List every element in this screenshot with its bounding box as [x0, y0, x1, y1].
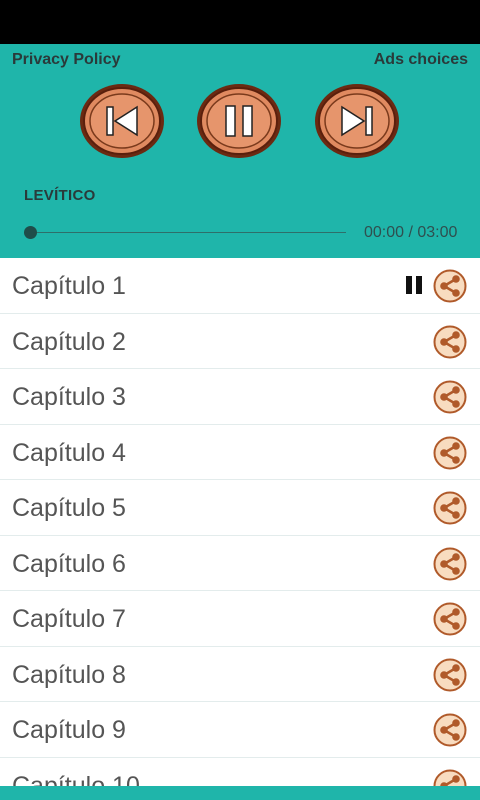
- pause-icon[interactable]: [406, 276, 426, 296]
- seek-bar[interactable]: [24, 226, 346, 240]
- chapter-label: Capítulo 6: [12, 549, 126, 578]
- status-bar: [0, 0, 480, 44]
- chapter-row[interactable]: Capítulo 9: [0, 702, 480, 758]
- next-button[interactable]: [314, 82, 400, 160]
- time-display: 00:00 / 03:00: [364, 224, 458, 241]
- pause-button[interactable]: [196, 82, 282, 160]
- bottom-bar: [0, 786, 480, 800]
- chapter-label: Capítulo 5: [12, 494, 126, 522]
- pause-icon: [197, 84, 281, 158]
- chapter-label: Capítulo 10: [12, 771, 140, 787]
- chapter-row[interactable]: Capítulo 4: [0, 425, 480, 480]
- ads-choices-link[interactable]: Ads choices: [374, 51, 468, 69]
- chapter-list: Capítulo 1 Capítulo 2 Capítulo 3 Capítulo 4…: [0, 258, 480, 786]
- chapter-label: Capítulo 4: [12, 438, 126, 467]
- track-title: LEVÍTICO: [24, 187, 96, 204]
- share-icon[interactable]: [433, 769, 467, 786]
- chapter-label: Capítulo 8: [12, 660, 126, 689]
- chapter-row[interactable]: Capítulo 8: [0, 647, 480, 702]
- chapter-row[interactable]: Capítulo 6: [0, 536, 480, 591]
- player-panel: Privacy Policy Ads choices LEVÍTICO 00:0…: [0, 44, 480, 258]
- chapter-row[interactable]: Capítulo 3: [0, 369, 480, 425]
- chapter-row[interactable]: Capítulo 5: [0, 480, 480, 536]
- share-icon[interactable]: [433, 325, 467, 359]
- seek-track: [24, 232, 346, 233]
- chapter-row[interactable]: Capítulo 1: [0, 258, 480, 314]
- seek-handle[interactable]: [24, 226, 37, 239]
- chapter-row[interactable]: Capítulo 10: [0, 758, 480, 787]
- share-icon[interactable]: [433, 658, 467, 692]
- chapter-label: Capítulo 3: [12, 383, 126, 411]
- chapter-label: Capítulo 7: [12, 605, 126, 633]
- previous-button[interactable]: [79, 82, 165, 160]
- share-icon[interactable]: [433, 380, 467, 414]
- chapter-row[interactable]: Capítulo 7: [0, 591, 480, 647]
- chapter-label: Capítulo 1: [12, 272, 126, 300]
- privacy-policy-link[interactable]: Privacy Policy: [12, 51, 121, 69]
- share-icon[interactable]: [433, 713, 467, 747]
- chapter-label: Capítulo 9: [12, 716, 126, 744]
- next-icon: [315, 84, 399, 158]
- share-icon[interactable]: [433, 602, 467, 636]
- share-icon[interactable]: [433, 269, 467, 303]
- share-icon[interactable]: [433, 491, 467, 525]
- chapter-label: Capítulo 2: [12, 327, 126, 356]
- previous-icon: [80, 84, 164, 158]
- share-icon[interactable]: [433, 547, 467, 581]
- chapter-row[interactable]: Capítulo 2: [0, 314, 480, 369]
- share-icon[interactable]: [433, 436, 467, 470]
